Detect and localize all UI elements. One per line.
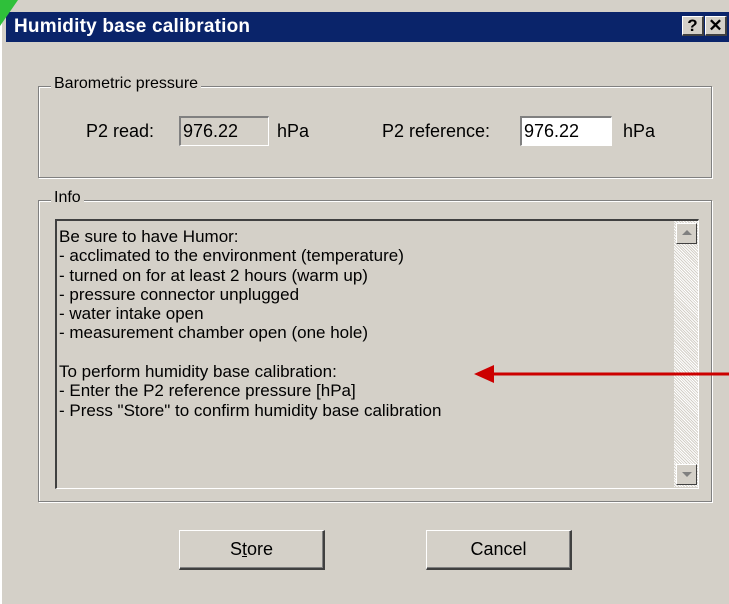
p2-reference-unit: hPa bbox=[623, 121, 656, 141]
store-label-part: ore bbox=[247, 539, 274, 559]
info-line: - measurement chamber open (one hole) bbox=[59, 323, 368, 343]
scroll-up-button[interactable] bbox=[676, 223, 697, 244]
info-group: Info Be sure to have Humor: - acclimated … bbox=[38, 189, 712, 502]
help-button[interactable]: ? bbox=[682, 16, 704, 36]
window-title: Humidity base calibration bbox=[14, 16, 251, 37]
p2-read-label: P2 read: bbox=[86, 121, 155, 141]
info-line bbox=[59, 343, 441, 362]
info-line: - pressure connector unplugged bbox=[59, 284, 300, 304]
p2-read-field: 976.22 bbox=[179, 116, 269, 146]
barometric-pressure-group: Barometric pressure P2 read: 976.22 hPa … bbox=[38, 75, 712, 178]
info-line: - water intake open bbox=[59, 304, 204, 324]
dialog-window: Humidity base calibration ? ✕ Barometric… bbox=[0, 0, 729, 604]
p2-read-unit: hPa bbox=[277, 121, 310, 141]
title-bar: Humidity base calibration ? ✕ bbox=[6, 12, 729, 42]
p2-reference-label: P2 reference: bbox=[382, 121, 491, 141]
info-legend: Info bbox=[51, 189, 84, 207]
store-label-part: S bbox=[229, 539, 242, 559]
info-text: Be sure to have Humor: - acclimated to th… bbox=[59, 227, 441, 420]
cancel-button[interactable]: Cancel bbox=[426, 530, 572, 570]
store-button[interactable]: Store bbox=[179, 530, 325, 570]
info-line: - turned on for at least 2 hours (warm u… bbox=[59, 265, 368, 285]
p2-reference-input[interactable]: 976.22 bbox=[520, 116, 612, 146]
info-textbox[interactable]: Be sure to have Humor: - acclimated to th… bbox=[55, 219, 699, 489]
red-annotation-arrow-icon bbox=[474, 365, 729, 383]
arrow-up-icon bbox=[682, 230, 692, 235]
info-line: - Enter the P2 reference pressure [hPa] bbox=[59, 381, 356, 401]
info-line: Be sure to have Humor: bbox=[59, 227, 239, 246]
scroll-down-button[interactable] bbox=[676, 464, 697, 485]
info-line: To perform humidity base calibration: bbox=[59, 362, 337, 382]
green-corner-mark bbox=[0, 0, 18, 26]
info-line: - Press "Store" to confirm humidity base… bbox=[59, 400, 442, 420]
info-scrollbar[interactable] bbox=[674, 221, 698, 487]
info-line: - acclimated to the environment (tempera… bbox=[59, 246, 404, 266]
close-icon: ✕ bbox=[708, 16, 723, 35]
arrow-down-icon bbox=[682, 472, 692, 477]
barometric-pressure-legend: Barometric pressure bbox=[51, 75, 202, 93]
close-button[interactable]: ✕ bbox=[705, 16, 727, 36]
